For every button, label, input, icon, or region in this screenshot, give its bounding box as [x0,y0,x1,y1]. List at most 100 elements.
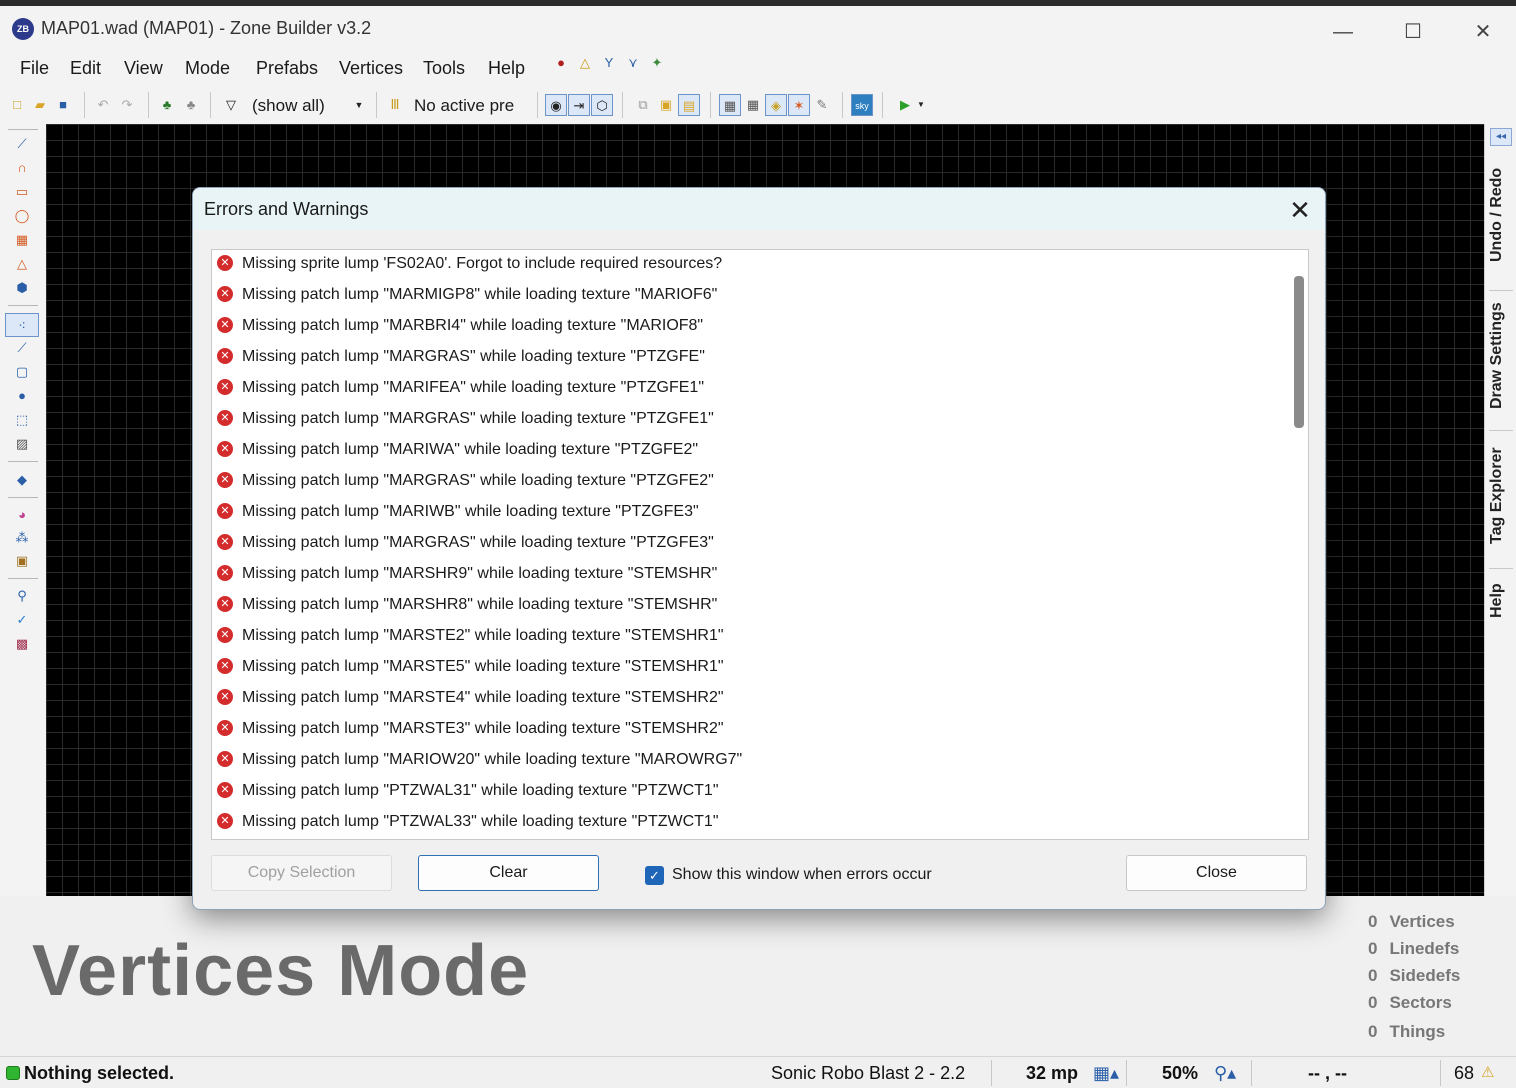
dialog-close-icon[interactable]: ✕ [1283,193,1317,227]
prefab-tree-icon[interactable]: ♣ [156,94,178,116]
list-item[interactable]: ✕ Missing patch lump "MARSHR8" while load… [212,591,1282,622]
view-normal-icon[interactable]: ◉ [545,94,567,116]
draw-ellipse-icon[interactable]: ◯ [12,206,32,226]
list-item[interactable]: ✕ Missing patch lump "MARSTE4" while load… [212,684,1282,715]
list-item[interactable]: ✕ Missing patch lump "MARGRAS" while load… [212,343,1282,374]
error-list[interactable]: ✕ Missing sprite lump 'FS02A0'. Forgot to… [211,249,1309,840]
list-scrollbar[interactable] [1288,250,1308,839]
menu-edit[interactable]: Edit [70,58,101,79]
grid-icon[interactable]: ▦ [719,94,741,116]
show-window-checkbox[interactable]: ✓ [645,866,664,885]
draw-curve-icon[interactable]: ∩ [12,158,32,178]
vertices-mode-icon[interactable]: ⁖ [5,313,39,337]
list-item[interactable]: ✕ Missing patch lump "MARSTE5" while load… [212,653,1282,684]
draw-line-icon[interactable]: ⟋ [12,134,32,154]
tool-icon[interactable]: ✶ [788,94,810,116]
tab-help[interactable]: Help [1488,576,1514,626]
list-item[interactable]: ✕ Missing patch lump "MARIWB" while loadi… [212,498,1282,529]
prefab-tree-grey-icon[interactable]: ♣ [180,94,202,116]
color-wheel-icon[interactable]: ◕ [12,505,32,525]
menu-help[interactable]: Help [488,58,525,79]
collapse-dock-icon[interactable]: ◂◂ [1490,128,1512,146]
draw-grid-icon[interactable]: ▦ [12,230,32,250]
view-linedefs-icon[interactable]: ⇥ [568,94,590,116]
open-folder-icon[interactable]: ▰ [29,94,51,116]
list-item[interactable]: ✕ Missing patch lump "MARSTE3" while load… [212,715,1282,746]
save-icon[interactable]: ■ [52,94,74,116]
list-item[interactable]: ✕ Missing patch lump "MARGRAS" while load… [212,405,1282,436]
list-item[interactable]: ✕ Missing patch lump "MARIWA" while loadi… [212,436,1282,467]
scrollbar-thumb[interactable] [1294,276,1304,428]
select-region-icon[interactable]: ⬚ [12,410,32,430]
menu-mode[interactable]: Mode [185,58,230,79]
game-config[interactable]: Sonic Robo Blast 2 - 2.2 [771,1063,965,1084]
draw-triangle-icon[interactable]: △ [12,254,32,274]
merge-layer-icon[interactable]: ▣ [655,94,677,116]
preset-dropdown[interactable]: No active pre [414,96,514,116]
draw-polygon-icon[interactable]: ⬢ [12,278,32,298]
list-item[interactable]: ✕ Missing patch lump "MARIOW20" while loa… [212,746,1282,777]
list-item[interactable]: ✕ Missing sprite lump 'FS02A0'. Forgot to… [212,250,1282,281]
sky-icon[interactable]: sky [851,94,873,116]
grid-settings-icon[interactable]: ▦▴ [1093,1063,1119,1084]
redo-icon[interactable]: ↷ [116,94,138,116]
test-chevron-down-icon[interactable]: ▼ [910,94,932,116]
brush-icon[interactable]: ✎ [811,94,833,116]
path-mode-icon[interactable]: ⋎ [623,54,643,72]
list-item[interactable]: ✕ Missing patch lump "MARMIGP8" while loa… [212,281,1282,312]
minimize-button[interactable]: — [1320,14,1366,50]
warning-icon[interactable]: ⚠ [1481,1063,1494,1081]
maximize-button[interactable]: ☐ [1390,14,1436,50]
dialog-close-button[interactable]: Close [1126,855,1307,891]
layer-stack-icon[interactable]: ▤ [678,94,700,116]
tab-undo-redo[interactable]: Undo / Redo [1488,160,1514,270]
zoom-icon[interactable]: ⚲▴ [1214,1063,1236,1084]
list-item[interactable]: ✕ Missing patch lump "MARSHR9" while load… [212,560,1282,591]
thing-mode-icon[interactable]: ● [551,54,571,72]
menu-tools[interactable]: Tools [423,58,465,79]
new-file-icon[interactable]: □ [6,94,28,116]
list-item[interactable]: ✕ Missing patch lump "MARGRAS" while load… [212,467,1282,498]
list-item[interactable]: ✕ Missing patch lump "PTZWAL31" while loa… [212,777,1282,808]
list-item[interactable]: ✕ Missing patch lump "MARBRI4" while load… [212,312,1282,343]
view-3d-icon[interactable]: ⬡ [591,94,613,116]
grid-fine-icon[interactable]: ▦ [742,94,764,116]
find-icon[interactable]: ⚲ [12,586,32,606]
triangle-mode-icon[interactable]: △ [575,54,595,72]
visual-mode-cube-icon[interactable]: ◆ [12,470,32,490]
statistics-icon[interactable]: ▩ [12,634,32,654]
list-item[interactable]: ✕ Missing patch lump "MARIFEA" while load… [212,374,1282,405]
filter-chevron-down-icon[interactable]: ▼ [348,94,370,116]
zoom-level[interactable]: 50% [1162,1063,1198,1084]
list-item[interactable]: ✕ Missing patch lump "MARGRAS" while load… [212,529,1282,560]
wand-mode-icon[interactable]: ✦ [647,54,667,72]
things-mode-icon[interactable]: ● [12,386,32,406]
filter-dropdown[interactable]: (show all) [252,96,325,116]
clear-button[interactable]: Clear [418,855,599,891]
transform-icon[interactable]: ▣ [12,551,32,571]
tab-draw-settings[interactable]: Draw Settings [1488,296,1514,416]
menu-view[interactable]: View [124,58,163,79]
tab-tag-explorer[interactable]: Tag Explorer [1488,440,1514,552]
undo-icon[interactable]: ↶ [92,94,114,116]
preset-icon[interactable]: Ⅲ [384,94,406,116]
linedefs-mode-icon[interactable]: ⟋ [12,338,32,358]
image-map-icon[interactable]: ▨ [12,434,32,454]
list-item[interactable]: ✕ Missing patch lump "MARSTE2" while load… [212,622,1282,653]
sectors-mode-icon[interactable]: ▢ [12,362,32,382]
check-map-icon[interactable]: ✓ [12,610,32,630]
nodes-icon[interactable]: ⁂ [12,528,32,548]
menu-prefabs[interactable]: Prefabs [256,58,318,79]
warning-count[interactable]: 68 [1454,1063,1474,1084]
grid-size[interactable]: 32 mp [1026,1063,1078,1084]
menu-vertices[interactable]: Vertices [339,58,403,79]
menu-file[interactable]: File [20,58,49,79]
close-window-button[interactable]: ✕ [1460,14,1506,50]
list-item[interactable]: ✕ Missing patch lump "PTZWAL33" while loa… [212,808,1282,839]
copy-selection-button[interactable]: Copy Selection [211,855,392,891]
filter-icon[interactable]: ▽ [220,94,242,116]
copy-layer-icon[interactable]: ⧉ [632,94,654,116]
tag-icon[interactable]: ◈ [765,94,787,116]
draw-rectangle-icon[interactable]: ▭ [12,182,32,202]
split-mode-icon[interactable]: Y [599,54,619,72]
